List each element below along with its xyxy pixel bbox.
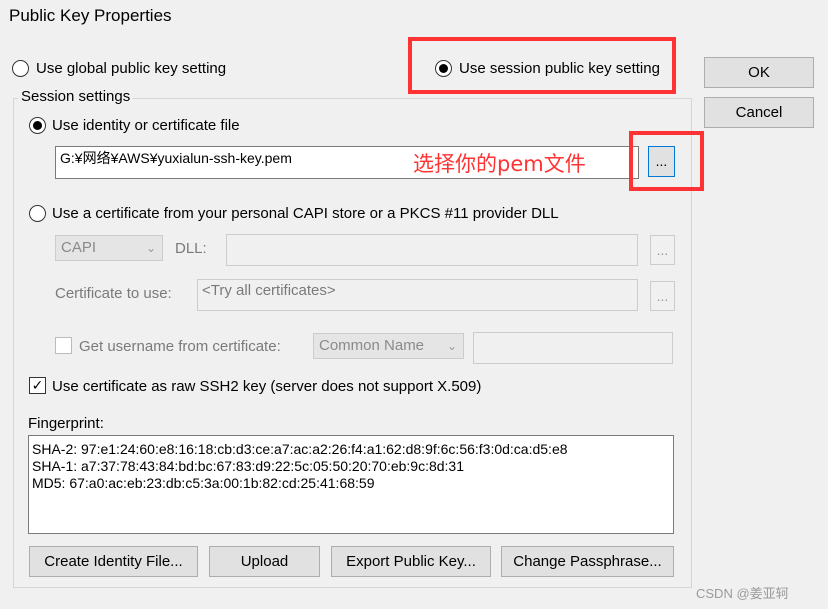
capi-label[interactable]: Use a certificate from your personal CAP… <box>52 205 559 222</box>
raw-ssh2-label[interactable]: Use certificate as raw SSH2 key (server … <box>52 378 481 395</box>
cancel-button[interactable]: Cancel <box>704 97 814 128</box>
fingerprint-md5: MD5: 67:a0:ac:eb:23:db:c5:3a:00:1b:82:cd… <box>32 475 375 491</box>
capi-select-value: CAPI <box>61 239 97 256</box>
global-key-radio[interactable] <box>12 60 29 77</box>
raw-ssh2-checkbox[interactable]: ✓ <box>29 377 46 394</box>
browse-identity-button[interactable]: ... <box>648 146 675 177</box>
cert-to-use-input[interactable]: <Try all certificates> <box>197 279 638 311</box>
username-extra-input[interactable] <box>473 332 673 364</box>
chevron-down-icon: ⌄ <box>145 241 156 255</box>
export-public-key-button[interactable]: Export Public Key... <box>331 546 491 577</box>
create-identity-button[interactable]: Create Identity File... <box>29 546 198 577</box>
session-settings-legend: Session settings <box>18 88 134 105</box>
dll-label: DLL: <box>175 240 207 257</box>
upload-button[interactable]: Upload <box>209 546 320 577</box>
check-icon: ✓ <box>31 377 44 393</box>
fingerprint-box[interactable]: SHA-2: 97:e1:24:60:e8:16:18:cb:d3:ce:a7:… <box>28 435 674 534</box>
username-from-cert-checkbox[interactable] <box>55 337 72 354</box>
fingerprint-sha1: SHA-1: a7:37:78:43:84:bd:bc:67:83:d9:22:… <box>32 458 465 474</box>
session-key-radio[interactable] <box>435 60 452 77</box>
identity-file-path: G:¥网络¥AWS¥yuxialun-ssh-key.pem <box>60 150 292 166</box>
identity-file-label[interactable]: Use identity or certificate file <box>52 117 240 134</box>
dll-input[interactable] <box>226 234 638 266</box>
cert-to-use-value: <Try all certificates> <box>202 282 336 299</box>
watermark: CSDN @姜亚轲 <box>696 586 789 601</box>
pem-annotation: 选择你的pem文件 <box>413 152 586 176</box>
window-title: Public Key Properties <box>9 6 172 25</box>
identity-file-radio[interactable] <box>29 117 46 134</box>
capi-radio[interactable] <box>29 205 46 222</box>
fingerprint-sha2: SHA-2: 97:e1:24:60:e8:16:18:cb:d3:ce:a7:… <box>32 441 568 457</box>
session-key-label[interactable]: Use session public key setting <box>459 60 660 77</box>
chevron-down-icon: ⌄ <box>446 339 457 353</box>
global-key-label[interactable]: Use global public key setting <box>36 60 226 77</box>
fingerprint-label: Fingerprint: <box>28 415 104 432</box>
capi-select[interactable]: CAPI ⌄ <box>55 235 163 261</box>
username-from-cert-label: Get username from certificate: <box>79 338 281 355</box>
ok-button[interactable]: OK <box>704 57 814 88</box>
username-field-value: Common Name <box>319 337 425 354</box>
username-field-select[interactable]: Common Name ⌄ <box>313 333 464 359</box>
cert-to-use-label: Certificate to use: <box>55 285 172 302</box>
browse-dll-button[interactable]: ... <box>650 235 675 265</box>
change-passphrase-button[interactable]: Change Passphrase... <box>501 546 674 577</box>
browse-cert-button[interactable]: ... <box>650 281 675 311</box>
